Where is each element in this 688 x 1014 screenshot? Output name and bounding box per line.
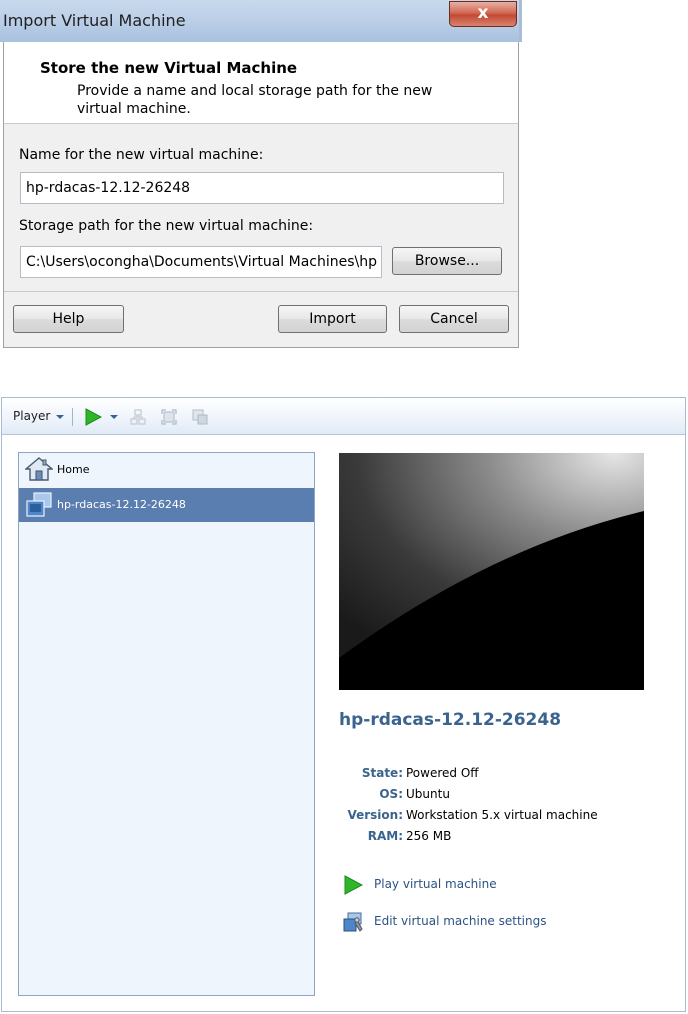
settings-icon <box>343 912 363 932</box>
vm-title: hp-rdacas-12.12-26248 <box>339 710 562 730</box>
cancel-button[interactable]: Cancel <box>399 305 509 333</box>
dialog-subheading: Provide a name and local storage path fo… <box>77 83 433 117</box>
library-item-vm[interactable]: hp-rdacas-12.12-26248 <box>19 488 314 522</box>
player-main: Home hp-rdacas-12.12-26248 hp-rdacas-12.… <box>2 435 685 1011</box>
library-item-home[interactable]: Home <box>19 453 314 487</box>
library-item-label: Home <box>57 463 90 476</box>
home-icon <box>25 457 53 481</box>
dialog-heading: Store the new Virtual Machine <box>40 59 298 77</box>
dialog-header: Store the new Virtual Machine Provide a … <box>3 42 519 124</box>
detail-value-ram: 256 MB <box>406 829 452 843</box>
help-button[interactable]: Help <box>13 305 124 333</box>
network-icon[interactable] <box>130 409 146 425</box>
close-button[interactable]: x <box>449 1 517 27</box>
detail-value-os: Ubuntu <box>406 787 450 801</box>
player-window: Player Home hp-rdacas-12.12-26248 hp-rda… <box>1 397 686 1012</box>
vm-icon <box>26 492 52 517</box>
vm-preview-screen[interactable] <box>339 453 644 690</box>
import-dialog: Import Virtual Machine x Store the new V… <box>0 0 522 348</box>
library-item-label: hp-rdacas-12.12-26248 <box>57 498 186 511</box>
player-toolbar: Player <box>2 398 685 435</box>
vm-preview-gloss <box>339 453 644 658</box>
dialog-titlebar[interactable]: Import Virtual Machine x <box>0 0 522 42</box>
vm-name-input[interactable]: hp-rdacas-12.12-26248 <box>20 172 504 204</box>
toolbar-separator <box>72 408 73 426</box>
player-menu[interactable]: Player <box>13 409 50 423</box>
import-button[interactable]: Import <box>278 305 387 333</box>
name-label: Name for the new virtual machine: <box>19 147 264 163</box>
dialog-separator <box>4 291 518 292</box>
chevron-down-icon[interactable] <box>56 415 64 419</box>
fullscreen-icon[interactable] <box>161 409 177 425</box>
play-vm-label[interactable]: Play virtual machine <box>374 877 497 891</box>
detail-key-ram: RAM: <box>367 829 403 843</box>
detail-key-version: Version: <box>347 808 403 822</box>
dialog-body: Name for the new virtual machine: hp-rda… <box>3 124 519 348</box>
detail-value-version: Workstation 5.x virtual machine <box>406 808 598 822</box>
close-icon: x <box>477 3 489 23</box>
browse-button[interactable]: Browse... <box>392 247 502 275</box>
detail-key-os: OS: <box>379 787 403 801</box>
dialog-title: Import Virtual Machine <box>3 11 186 30</box>
chevron-down-icon[interactable] <box>110 415 118 419</box>
library-panel: Home hp-rdacas-12.12-26248 <box>18 452 315 996</box>
unity-icon[interactable] <box>192 409 208 425</box>
storage-path-input[interactable]: C:\Users\ocongha\Documents\Virtual Machi… <box>20 246 382 278</box>
play-icon <box>344 875 363 895</box>
edit-vm-settings-label[interactable]: Edit virtual machine settings <box>374 914 546 928</box>
play-icon[interactable] <box>84 408 102 426</box>
detail-key-state: State: <box>361 766 403 780</box>
path-label: Storage path for the new virtual machine… <box>19 218 314 234</box>
detail-value-state: Powered Off <box>406 766 479 780</box>
